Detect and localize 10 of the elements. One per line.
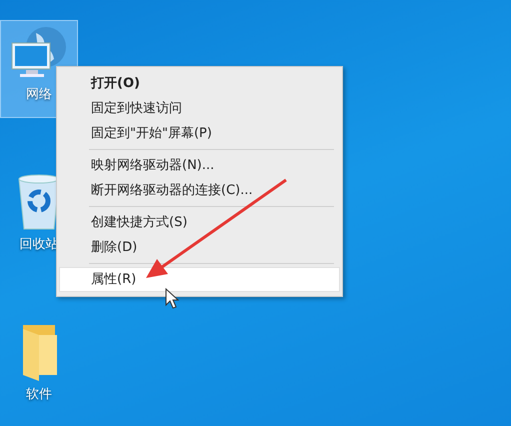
menu-item[interactable]: 属性(R) — [59, 267, 340, 292]
menu-item[interactable]: 断开网络驱动器的连接(C)... — [59, 178, 340, 203]
icon-label: 回收站 — [20, 236, 58, 254]
menu-item[interactable]: 映射网络驱动器(N)... — [59, 153, 340, 178]
icon-label: 网络 — [26, 86, 52, 104]
menu-item[interactable]: 创建快捷方式(S) — [59, 210, 340, 235]
cursor-icon — [166, 288, 180, 309]
menu-item[interactable]: 删除(D) — [59, 235, 340, 260]
menu-item[interactable]: 固定到"开始"屏幕(P) — [59, 121, 340, 146]
icon-label: 软件 — [26, 386, 52, 404]
